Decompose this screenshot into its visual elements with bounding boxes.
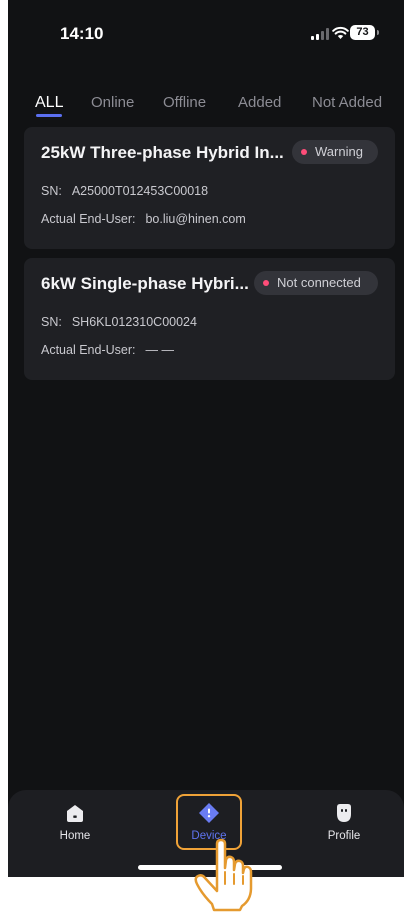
home-icon [67,805,83,822]
serial-number-value: A25000T012453C00018 [71,184,209,198]
end-user-value: bo.liu@hinen.com [145,212,246,226]
end-user-value: — — [145,343,174,357]
serial-number-value: SH6KL012310C00024 [71,315,197,329]
end-user-row: Actual End-User: bo.liu@hinen.com [41,212,246,226]
status-label: Not connected [277,275,361,290]
device-name: 25kW Three-phase Hybrid In... [41,143,284,162]
device-filter-tabs: ALL Online Offline Added Not Added [8,88,404,122]
serial-number-label: SN: [41,184,62,198]
status-badge: Warning [292,140,378,164]
serial-number-label: SN: [41,315,62,329]
device-card[interactable]: 25kW Three-phase Hybrid In... Warning SN… [24,127,395,249]
tab-offline[interactable]: Offline [163,94,206,111]
status-time: 14:10 [60,24,104,43]
status-dot-icon [263,280,269,286]
phone-screen: 14:10 73 ALL Online Offline Added Not Ad… [8,0,404,877]
status-badge: Not connected [254,271,378,295]
device-card[interactable]: 6kW Single-phase Hybri... Not connected … [24,258,395,380]
battery-icon: 73 [350,25,380,41]
nav-profile-label: Profile [327,830,361,842]
profile-icon [337,804,351,822]
status-bar: 14:10 73 [8,0,404,60]
cellular-signal-icon [311,28,329,40]
serial-number-row: SN: A25000T012453C00018 [41,184,208,198]
tab-all[interactable]: ALL [35,94,63,112]
nav-home-label: Home [59,830,91,842]
battery-level: 73 [350,25,375,40]
tab-added[interactable]: Added [238,94,281,111]
end-user-label: Actual End-User: [41,343,136,357]
serial-number-row: SN: SH6KL012310C00024 [41,315,197,329]
tab-not-added[interactable]: Not Added [312,94,382,111]
wifi-icon [332,26,349,39]
end-user-row: Actual End-User: — — [41,343,174,357]
end-user-label: Actual End-User: [41,212,136,226]
battery-tip [377,30,379,35]
active-tab-indicator [36,114,62,117]
tab-online[interactable]: Online [91,94,134,111]
device-name: 6kW Single-phase Hybri... [41,274,249,293]
nav-home[interactable]: Home [35,800,115,848]
nav-profile[interactable]: Profile [304,800,384,848]
status-dot-icon [301,149,307,155]
pointing-hand-icon [194,838,253,912]
status-label: Warning [315,144,363,159]
